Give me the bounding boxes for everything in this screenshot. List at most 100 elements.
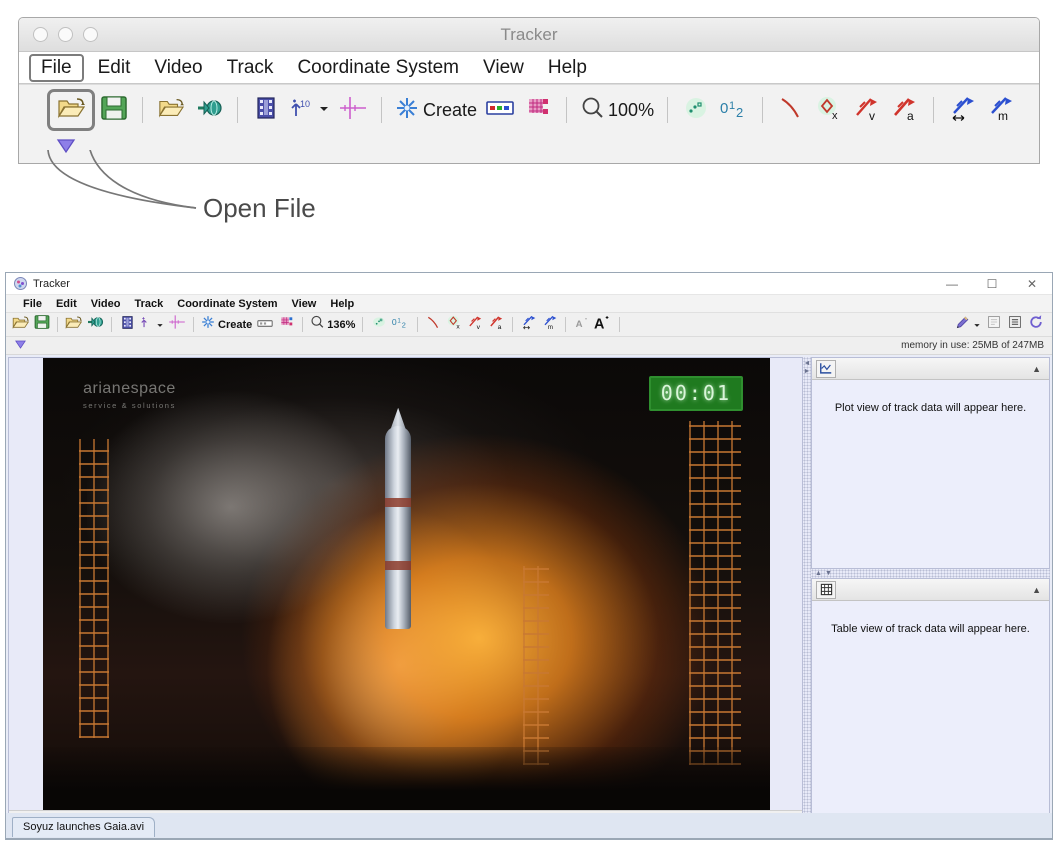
axes-crosshair-icon [338, 95, 368, 126]
window-title: Tracker [33, 277, 70, 290]
split-collapse-left-icon[interactable]: ◄ [804, 360, 811, 367]
svg-text:2: 2 [736, 105, 743, 120]
calibration-stick-button[interactable] [254, 315, 276, 335]
toolbar-expander[interactable] [14, 337, 27, 355]
split-collapse-down-icon[interactable]: ▼ [825, 570, 832, 577]
position-vector-button[interactable]: x [444, 315, 465, 335]
menu-coordinate-system[interactable]: Coordinate System [285, 56, 471, 80]
chevron-down-icon[interactable] [973, 316, 981, 334]
calibration-stick-button[interactable] [481, 91, 519, 129]
drawing-tool-button[interactable] [953, 315, 983, 335]
refresh-button[interactable] [1025, 315, 1046, 335]
velocity-vector-button[interactable]: v [465, 315, 486, 335]
zoom-button[interactable]: 100% [576, 91, 658, 129]
split-collapse-right-icon[interactable]: ► [804, 368, 811, 375]
path-trace-button[interactable] [423, 315, 444, 335]
menu-track[interactable]: Track [215, 56, 286, 80]
toolbar-separator [667, 97, 669, 123]
open-library-button[interactable] [152, 91, 190, 129]
font-increase-button[interactable]: A [592, 315, 614, 335]
window-titlebar[interactable]: Tracker — ☐ ✕ [6, 273, 1052, 295]
open-file-button[interactable] [47, 89, 95, 131]
collapse-triangle-icon[interactable]: ▲ [1032, 585, 1041, 595]
mass-vector-button[interactable]: m [981, 91, 1019, 129]
calibration-tape-button[interactable] [276, 315, 297, 335]
mass-vector-button[interactable]: m [539, 315, 560, 335]
notes-button[interactable] [983, 315, 1004, 335]
create-track-button[interactable]: Create [391, 91, 481, 129]
video-frame[interactable]: arianespace service & solutions 00:01 [43, 358, 770, 810]
acceleration-vector-button[interactable]: a [886, 91, 924, 129]
create-star-icon [395, 96, 419, 125]
menu-video[interactable]: Video [84, 298, 128, 310]
trace-points-button[interactable] [677, 91, 715, 129]
vertical-split-divider[interactable]: ◄ ► [803, 357, 811, 837]
font-decrease-button[interactable]: A [571, 315, 592, 335]
video-viewport[interactable]: arianespace service & solutions 00:01 [9, 358, 802, 810]
table-view-header[interactable]: ▲ [812, 579, 1049, 601]
menu-view[interactable]: View [285, 298, 324, 310]
library-browser-button[interactable] [190, 91, 228, 129]
calibration-tape-button[interactable] [519, 91, 557, 129]
plot-view-header[interactable]: ▲ [812, 358, 1049, 380]
menu-file[interactable]: File [29, 53, 84, 82]
menu-track[interactable]: Track [128, 298, 171, 310]
axes-button[interactable] [334, 91, 372, 129]
chevron-down-icon[interactable] [318, 101, 330, 119]
calibration-tape-icon [279, 315, 294, 335]
library-browser-globe-icon [195, 97, 223, 124]
chevron-down-icon[interactable] [156, 316, 164, 334]
velocity-vector-button[interactable]: v [848, 91, 886, 129]
clip-settings-button[interactable]: 10 [285, 91, 334, 129]
open-library-folder-icon [158, 96, 185, 125]
callout-menubar: File Edit Video Track Coordinate System … [19, 52, 1039, 84]
collapse-triangle-icon[interactable]: ▲ [1032, 364, 1041, 374]
menu-file[interactable]: File [16, 298, 49, 310]
plot-chart-icon[interactable] [816, 359, 836, 378]
position-vector-button[interactable]: x [810, 91, 848, 129]
data-tool-button[interactable] [1004, 315, 1025, 335]
save-button[interactable] [31, 315, 52, 335]
open-folder-icon [57, 96, 86, 125]
menu-coordinate-system[interactable]: Coordinate System [170, 298, 284, 310]
vector-stretch-button[interactable] [518, 315, 539, 335]
split-collapse-up-icon[interactable]: ▲ [815, 570, 822, 577]
velocity-vector-icon: v [467, 314, 484, 335]
menu-edit[interactable]: Edit [86, 56, 143, 80]
acceleration-vector-icon: a [488, 314, 505, 335]
tracker-app-icon [14, 277, 27, 290]
calibration-stick-icon [256, 316, 274, 334]
path-trace-button[interactable] [772, 91, 810, 129]
table-grid-icon[interactable] [816, 580, 836, 599]
menu-edit[interactable]: Edit [49, 298, 84, 310]
video-timestamp: 00:01 [648, 376, 743, 411]
create-track-button[interactable]: Create [199, 315, 254, 335]
open-file-button[interactable] [10, 315, 31, 335]
zoom-button[interactable]: 136% [308, 315, 357, 335]
library-browser-button[interactable] [84, 315, 106, 335]
minimize-button[interactable]: — [932, 273, 972, 295]
close-button[interactable]: ✕ [1012, 273, 1052, 295]
menu-view[interactable]: View [471, 56, 536, 80]
plot-view-message: Plot view of track data will appear here… [834, 402, 1027, 414]
axes-button[interactable] [166, 315, 188, 335]
menu-video[interactable]: Video [142, 56, 214, 80]
clip-settings-button[interactable] [138, 315, 166, 335]
open-file-tab[interactable]: Soyuz launches Gaia.avi [12, 817, 156, 837]
vector-stretch-button[interactable] [943, 91, 981, 129]
create-label: Create [218, 318, 253, 331]
menu-help[interactable]: Help [536, 56, 599, 80]
frame-numbers-button[interactable]: 012 [389, 315, 412, 335]
maximize-button[interactable]: ☐ [972, 273, 1012, 295]
video-filter-button[interactable] [247, 91, 285, 129]
horizontal-split-divider[interactable]: ▲ ▼ [811, 569, 1050, 578]
acceleration-vector-button[interactable]: a [486, 315, 507, 335]
open-library-button[interactable] [63, 315, 84, 335]
trace-points-button[interactable] [368, 315, 389, 335]
frame-numbers-button[interactable]: 012 [715, 91, 753, 129]
menu-help[interactable]: Help [323, 298, 361, 310]
save-button[interactable] [95, 91, 133, 129]
video-filter-button[interactable] [117, 315, 138, 335]
trace-points-icon [683, 96, 709, 125]
toolbar-separator [933, 97, 935, 123]
